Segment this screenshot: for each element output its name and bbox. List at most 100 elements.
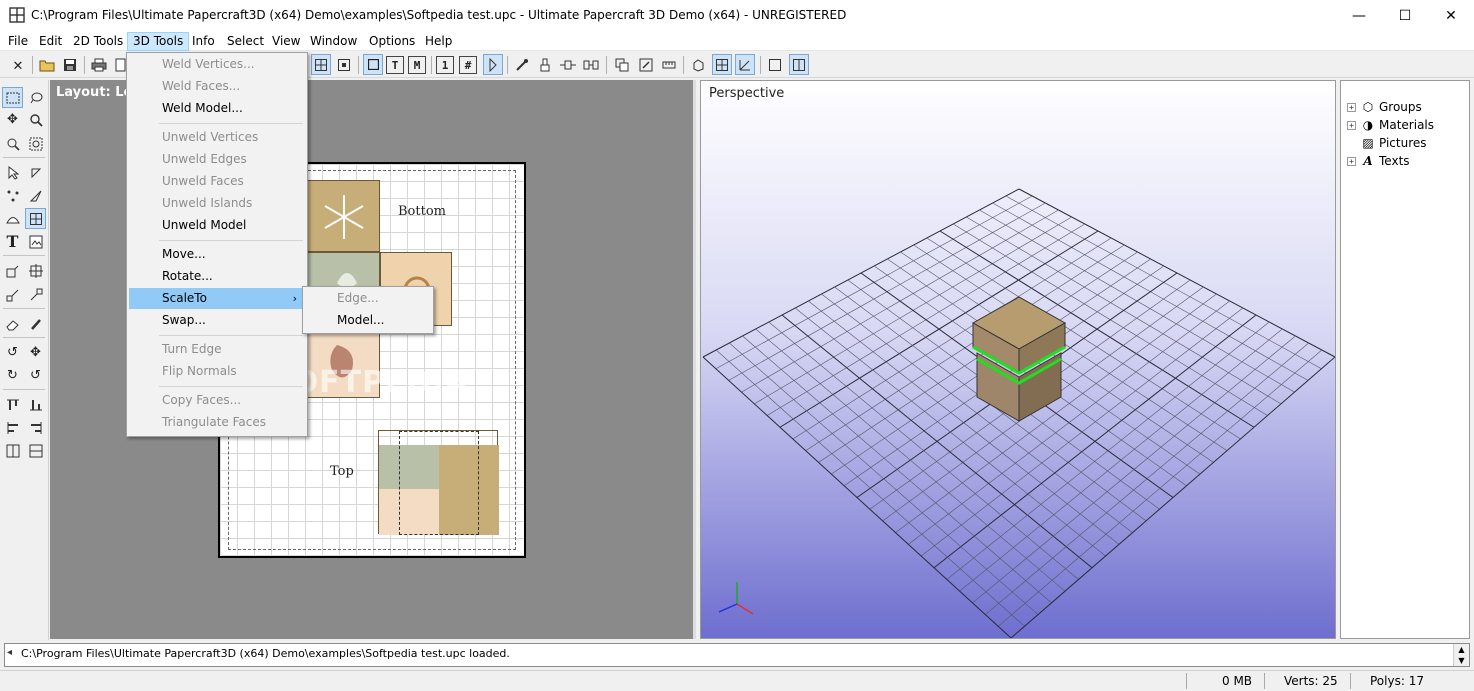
move-parts-icon[interactable]	[558, 54, 578, 75]
log-panel[interactable]: ◂ C:\Program Files\Ultimate Papercraft3D…	[4, 643, 1470, 667]
cube-model[interactable]	[969, 293, 1069, 423]
menu-swap[interactable]: Swap...	[129, 310, 305, 331]
center-vertical-icon[interactable]	[25, 440, 46, 461]
menu-scale-to[interactable]: ScaleTo ›	[129, 288, 305, 309]
grid-tool-icon[interactable]	[25, 208, 46, 229]
menu-info[interactable]: Info	[187, 32, 220, 51]
menu-unweld-model[interactable]: Unweld Model	[129, 215, 305, 236]
menu-select[interactable]: Select	[222, 32, 269, 51]
lasso-icon[interactable]	[25, 87, 46, 108]
pan-icon[interactable]: ✥	[2, 109, 23, 130]
print-icon[interactable]	[89, 54, 109, 75]
menu-unweld-vertices[interactable]: Unweld Vertices	[129, 127, 305, 148]
scroll-down-icon[interactable]: ▼	[1458, 656, 1464, 665]
menu-view[interactable]: View	[267, 32, 305, 51]
scale-corner-icon[interactable]	[25, 284, 46, 305]
copy-icon[interactable]	[612, 54, 632, 75]
minimize-button[interactable]: —	[1336, 0, 1382, 31]
menu-edit[interactable]: Edit	[34, 32, 67, 51]
menu-3d-tools[interactable]: 3D Tools	[127, 32, 190, 51]
view-hash-button[interactable]: #	[459, 56, 477, 74]
tree-groups[interactable]: + ⬡ Groups	[1347, 98, 1422, 116]
top-piece-outline[interactable]	[378, 430, 499, 535]
view-solid-button[interactable]	[363, 54, 383, 75]
move-cross-icon[interactable]: ✥	[25, 342, 46, 363]
rect-select-icon[interactable]	[2, 87, 23, 108]
eyedropper-icon[interactable]	[512, 54, 532, 75]
menu-triangulate-faces[interactable]: Triangulate Faces	[129, 412, 305, 433]
image-tool-icon[interactable]	[25, 231, 46, 252]
view-texture-button[interactable]: T	[386, 56, 404, 74]
bottom-snowflake-face[interactable]	[306, 180, 380, 252]
menu-weld-faces[interactable]: Weld Faces...	[129, 76, 305, 97]
menu-file[interactable]: File	[3, 32, 33, 51]
flap-tool-icon[interactable]	[2, 260, 23, 281]
menu-flip-normals[interactable]: Flip Normals	[129, 361, 305, 382]
grid-3d-button[interactable]	[712, 54, 732, 75]
select-arrow-icon[interactable]	[2, 162, 23, 183]
arc-tool-icon[interactable]	[2, 208, 23, 229]
cube-icon[interactable]	[688, 54, 708, 75]
triangle-tool-icon[interactable]	[25, 185, 46, 206]
menu-rotate[interactable]: Rotate...	[129, 266, 305, 287]
view-mesh-button[interactable]: M	[408, 56, 426, 74]
menu-unweld-faces[interactable]: Unweld Faces	[129, 171, 305, 192]
align-parts-icon[interactable]	[581, 54, 601, 75]
menu-weld-model[interactable]: Weld Model...	[129, 98, 305, 119]
menu-turn-edge[interactable]: Turn Edge	[129, 339, 305, 360]
select-corner-icon[interactable]	[25, 162, 46, 183]
split-view-button[interactable]	[789, 54, 809, 75]
align-left-icon[interactable]	[2, 417, 23, 438]
scale-tool-icon[interactable]	[2, 284, 23, 305]
tree-materials[interactable]: + ◑ Materials	[1347, 116, 1434, 134]
menu-2d-tools[interactable]: 2D Tools	[68, 32, 128, 51]
scroll-up-icon[interactable]: ▲	[1458, 645, 1464, 654]
minimize-icon: —	[1352, 7, 1366, 24]
axes-button[interactable]	[735, 54, 755, 75]
tree-texts[interactable]: + A Texts	[1347, 152, 1410, 170]
menu-options[interactable]: Options	[364, 32, 420, 51]
flap-button[interactable]	[483, 54, 503, 75]
menu-unweld-edges[interactable]: Unweld Edges	[129, 149, 305, 170]
status-bar: 0 MB Verts: 25 Polys: 17	[0, 670, 1474, 691]
submenu-edge[interactable]: Edge...	[305, 288, 431, 309]
rotate-cw-icon[interactable]: ↻	[2, 365, 23, 386]
submenu-model[interactable]: Model...	[305, 310, 431, 331]
menu-unweld-islands[interactable]: Unweld Islands	[129, 193, 305, 214]
align-top-icon[interactable]	[2, 394, 23, 415]
rotate-ccw-icon[interactable]: ↺	[2, 342, 23, 363]
menu-window[interactable]: Window	[305, 32, 362, 51]
perspective-view[interactable]: Perspective	[700, 80, 1336, 639]
eraser-icon[interactable]	[2, 313, 23, 334]
zoom-window-icon[interactable]	[25, 133, 46, 154]
menu-move[interactable]: Move...	[129, 244, 305, 265]
tree-pictures[interactable]: ▨ Pictures	[1347, 134, 1426, 152]
align-right-icon[interactable]	[25, 417, 46, 438]
open-folder-icon[interactable]	[37, 54, 57, 75]
close-doc-icon[interactable]: ✕	[8, 54, 28, 75]
zoom-fit-icon[interactable]	[2, 133, 23, 154]
pencil-icon[interactable]	[25, 313, 46, 334]
maximize-button[interactable]: ☐	[1382, 0, 1428, 31]
menu-help[interactable]: Help	[420, 32, 457, 51]
texts-icon: A	[1363, 154, 1373, 168]
single-view-button[interactable]	[765, 54, 785, 75]
align-bottom-icon[interactable]	[25, 394, 46, 415]
log-scrollbar[interactable]: ▲ ▼	[1453, 644, 1469, 666]
vertex-tool-icon[interactable]	[2, 185, 23, 206]
rotate-back-icon[interactable]: ↺	[25, 365, 46, 386]
menu-weld-vertices[interactable]: Weld Vertices...	[129, 54, 305, 75]
zoom-icon[interactable]	[25, 109, 46, 130]
close-button[interactable]: ✕	[1428, 0, 1474, 31]
menu-copy-faces[interactable]: Copy Faces...	[129, 390, 305, 411]
layout-center-button[interactable]	[334, 54, 354, 75]
save-icon[interactable]	[60, 54, 80, 75]
layout-grid-button[interactable]	[311, 54, 331, 75]
view-number-button[interactable]: 1	[436, 56, 454, 74]
edit-text-icon[interactable]	[636, 54, 656, 75]
join-tool-icon[interactable]	[25, 260, 46, 281]
center-horizontal-icon[interactable]	[2, 440, 23, 461]
text-tool-icon[interactable]: T	[2, 231, 23, 252]
paint-icon[interactable]	[535, 54, 555, 75]
ruler-icon[interactable]	[659, 54, 679, 75]
